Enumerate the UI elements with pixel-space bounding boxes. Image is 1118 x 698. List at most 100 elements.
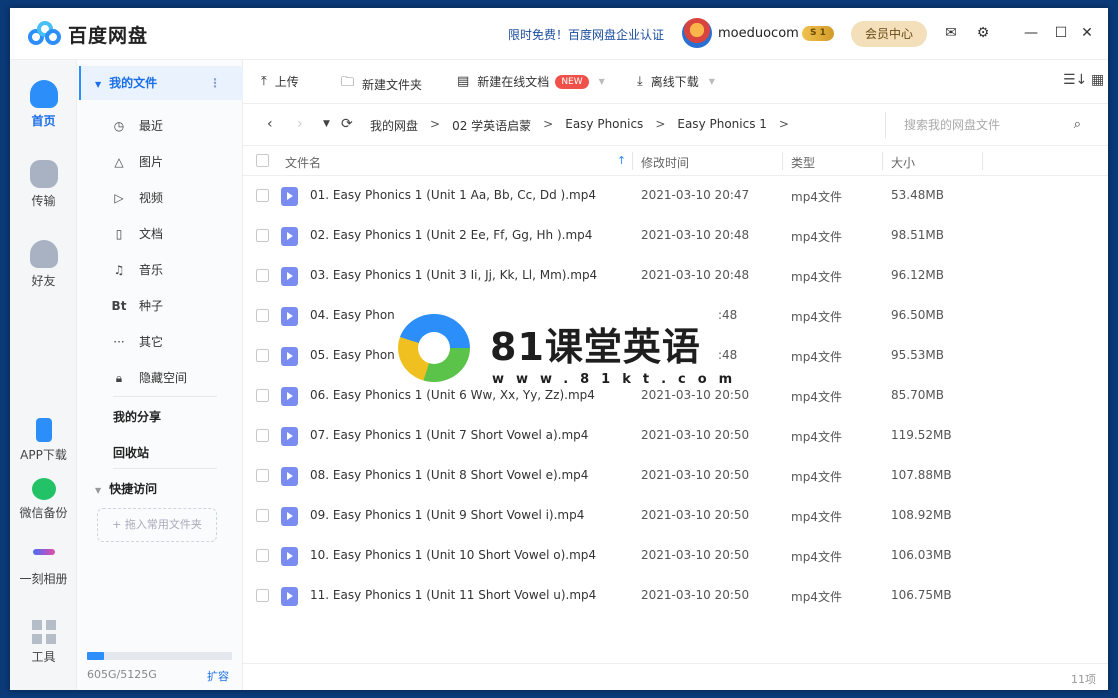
column-header-type[interactable]: 类型 bbox=[791, 154, 815, 171]
close-icon[interactable]: ✕ bbox=[1078, 24, 1096, 42]
nav-tools[interactable]: 工具 bbox=[10, 614, 89, 665]
app-logo[interactable]: 百度网盘 bbox=[28, 20, 148, 48]
upload-button[interactable]: ⤒ 上传 bbox=[261, 73, 299, 90]
watermark-logo-icon bbox=[398, 314, 470, 382]
row-checkbox[interactable] bbox=[256, 509, 269, 522]
file-time: 2021-03-10 20:50 bbox=[641, 428, 750, 442]
file-name[interactable]: 10. Easy Phonics 1 (Unit 10 Short Vowel … bbox=[310, 548, 596, 562]
sidebar-item-other[interactable]: ··· 其它 bbox=[111, 332, 163, 352]
offline-download-button[interactable]: ⤓ 离线下载 ▼ bbox=[637, 73, 715, 90]
row-checkbox[interactable] bbox=[256, 549, 269, 562]
gear-icon[interactable]: ⚙ bbox=[974, 24, 992, 42]
breadcrumb-item[interactable]: 我的网盘 bbox=[370, 117, 418, 134]
nav-home[interactable]: 首页 bbox=[10, 80, 77, 129]
table-row[interactable]: 11. Easy Phonics 1 (Unit 11 Short Vowel … bbox=[243, 576, 1108, 616]
mail-icon[interactable]: ✉ bbox=[942, 24, 960, 42]
search-icon[interactable]: ⌕ bbox=[1074, 117, 1081, 132]
column-header-time[interactable]: 修改时间 bbox=[641, 154, 689, 171]
vip-level-badge[interactable]: S 1 bbox=[802, 26, 834, 41]
new-folder-button[interactable]: 🗀︎ 新建文件夹 bbox=[341, 73, 422, 95]
file-name[interactable]: 01. Easy Phonics 1 (Unit 1 Aa, Bb, Cc, D… bbox=[310, 188, 596, 202]
search-input[interactable] bbox=[886, 112, 1056, 138]
sidebar-item-torrents[interactable]: Bt 种子 bbox=[111, 296, 163, 316]
drag-folder-dropzone[interactable]: + 拖入常用文件夹 bbox=[97, 508, 217, 542]
sidebar-item-documents[interactable]: ▯ 文档 bbox=[111, 224, 163, 244]
table-row[interactable]: 08. Easy Phonics 1 (Unit 8 Short Vowel e… bbox=[243, 456, 1108, 496]
row-checkbox[interactable] bbox=[256, 349, 269, 362]
sidebar-item-images[interactable]: △ 图片 bbox=[111, 152, 163, 172]
chevron-down-icon[interactable]: ▼ bbox=[599, 77, 605, 86]
row-checkbox[interactable] bbox=[256, 189, 269, 202]
file-name[interactable]: 04. Easy Phon bbox=[310, 308, 395, 322]
sidebar-item-recent[interactable]: ◷ 最近 bbox=[111, 116, 163, 136]
username[interactable]: moeduocom bbox=[718, 26, 799, 41]
video-file-icon bbox=[281, 427, 298, 446]
new-online-doc-button[interactable]: ▤ 新建在线文档 NEW ▼ bbox=[457, 73, 605, 90]
sidebar-recycle-bin[interactable]: 回收站 bbox=[113, 444, 149, 461]
row-checkbox[interactable] bbox=[256, 429, 269, 442]
nav-wechat-backup[interactable]: 微信备份 bbox=[10, 478, 77, 521]
row-checkbox[interactable] bbox=[256, 309, 269, 322]
video-file-icon bbox=[281, 587, 298, 606]
breadcrumb-separator[interactable]: > bbox=[779, 117, 789, 134]
row-checkbox[interactable] bbox=[256, 269, 269, 282]
breadcrumb-item[interactable]: Easy Phonics bbox=[565, 117, 643, 134]
sidebar-item-videos[interactable]: ▷ 视频 bbox=[111, 188, 163, 208]
sidebar-quick-access[interactable]: ▼ 快捷访问 bbox=[95, 480, 157, 497]
row-checkbox[interactable] bbox=[256, 389, 269, 402]
breadcrumb-separator: > bbox=[655, 117, 666, 131]
grid-view-icon[interactable]: ▦ bbox=[1091, 72, 1104, 88]
table-row[interactable]: 03. Easy Phonics 1 (Unit 3 Ii, Jj, Kk, L… bbox=[243, 256, 1108, 296]
file-list: 01. Easy Phonics 1 (Unit 1 Aa, Bb, Cc, D… bbox=[243, 176, 1108, 616]
file-time: :48 bbox=[718, 348, 738, 362]
sidebar-my-share[interactable]: 我的分享 bbox=[113, 408, 161, 425]
file-size: 106.75MB bbox=[891, 588, 952, 602]
file-name[interactable]: 07. Easy Phonics 1 (Unit 7 Short Vowel a… bbox=[310, 428, 588, 442]
file-name[interactable]: 09. Easy Phonics 1 (Unit 9 Short Vowel i… bbox=[310, 508, 584, 522]
column-divider bbox=[882, 152, 883, 170]
forward-icon[interactable]: › bbox=[297, 116, 303, 132]
nav-album[interactable]: 一刻相册 bbox=[10, 538, 77, 587]
sort-ascending-icon[interactable]: ↑ bbox=[617, 154, 626, 167]
sort-icon[interactable]: ☰↓ bbox=[1063, 72, 1087, 88]
table-row[interactable]: 09. Easy Phonics 1 (Unit 9 Short Vowel i… bbox=[243, 496, 1108, 536]
column-header-size[interactable]: 大小 bbox=[891, 154, 915, 171]
row-checkbox[interactable] bbox=[256, 229, 269, 242]
file-size: 96.50MB bbox=[891, 308, 944, 322]
chevron-down-icon[interactable]: ▼ bbox=[709, 77, 715, 86]
enterprise-promo-link[interactable]: 限时免费！百度网盘企业认证 bbox=[508, 26, 664, 43]
watermark-url: www.81kt.com bbox=[492, 372, 745, 387]
more-vertical-icon[interactable]: ⋮ bbox=[209, 66, 221, 100]
file-name[interactable]: 11. Easy Phonics 1 (Unit 11 Short Vowel … bbox=[310, 588, 596, 602]
sidebar-my-files[interactable]: ▼ 我的文件 ⋮ bbox=[79, 66, 243, 100]
breadcrumb-item[interactable]: 02 学英语启蒙 bbox=[452, 117, 531, 134]
sidebar-item-music[interactable]: ♫ 音乐 bbox=[111, 260, 163, 280]
breadcrumb-separator: > bbox=[543, 117, 554, 131]
maximize-icon[interactable]: ☐ bbox=[1052, 24, 1070, 42]
table-row[interactable]: 07. Easy Phonics 1 (Unit 7 Short Vowel a… bbox=[243, 416, 1108, 456]
table-row[interactable]: 10. Easy Phonics 1 (Unit 10 Short Vowel … bbox=[243, 536, 1108, 576]
avatar[interactable] bbox=[682, 18, 712, 48]
nav-transfer[interactable]: 传输 bbox=[10, 160, 77, 209]
nav-friends[interactable]: 好友 bbox=[10, 240, 77, 289]
back-icon[interactable]: ‹ bbox=[267, 116, 273, 132]
row-checkbox[interactable] bbox=[256, 589, 269, 602]
column-header-name[interactable]: 文件名 bbox=[285, 154, 321, 171]
file-name[interactable]: 03. Easy Phonics 1 (Unit 3 Ii, Jj, Kk, L… bbox=[310, 268, 597, 282]
table-row[interactable]: 02. Easy Phonics 1 (Unit 2 Ee, Ff, Gg, H… bbox=[243, 216, 1108, 256]
table-row[interactable]: 01. Easy Phonics 1 (Unit 1 Aa, Bb, Cc, D… bbox=[243, 176, 1108, 216]
file-name[interactable]: 02. Easy Phonics 1 (Unit 2 Ee, Ff, Gg, H… bbox=[310, 228, 592, 242]
row-checkbox[interactable] bbox=[256, 469, 269, 482]
nav-app-download[interactable]: APP下载 bbox=[10, 418, 77, 463]
breadcrumb-item[interactable]: Easy Phonics 1 bbox=[677, 117, 767, 134]
clock-icon: ◷ bbox=[113, 119, 125, 133]
expand-storage-link[interactable]: 扩容 bbox=[207, 668, 229, 684]
minimize-icon[interactable]: — bbox=[1022, 24, 1040, 42]
file-name[interactable]: 08. Easy Phonics 1 (Unit 8 Short Vowel e… bbox=[310, 468, 588, 482]
history-dropdown-icon[interactable]: ▼ bbox=[323, 119, 330, 129]
vip-center-button[interactable]: 会员中心 bbox=[851, 21, 927, 47]
file-name[interactable]: 05. Easy Phon bbox=[310, 348, 395, 362]
select-all-checkbox[interactable] bbox=[256, 154, 269, 167]
refresh-icon[interactable]: ⟳ bbox=[341, 116, 353, 132]
sidebar-item-hidden-space[interactable]: 🔒︎ 隐藏空间 bbox=[111, 368, 187, 388]
